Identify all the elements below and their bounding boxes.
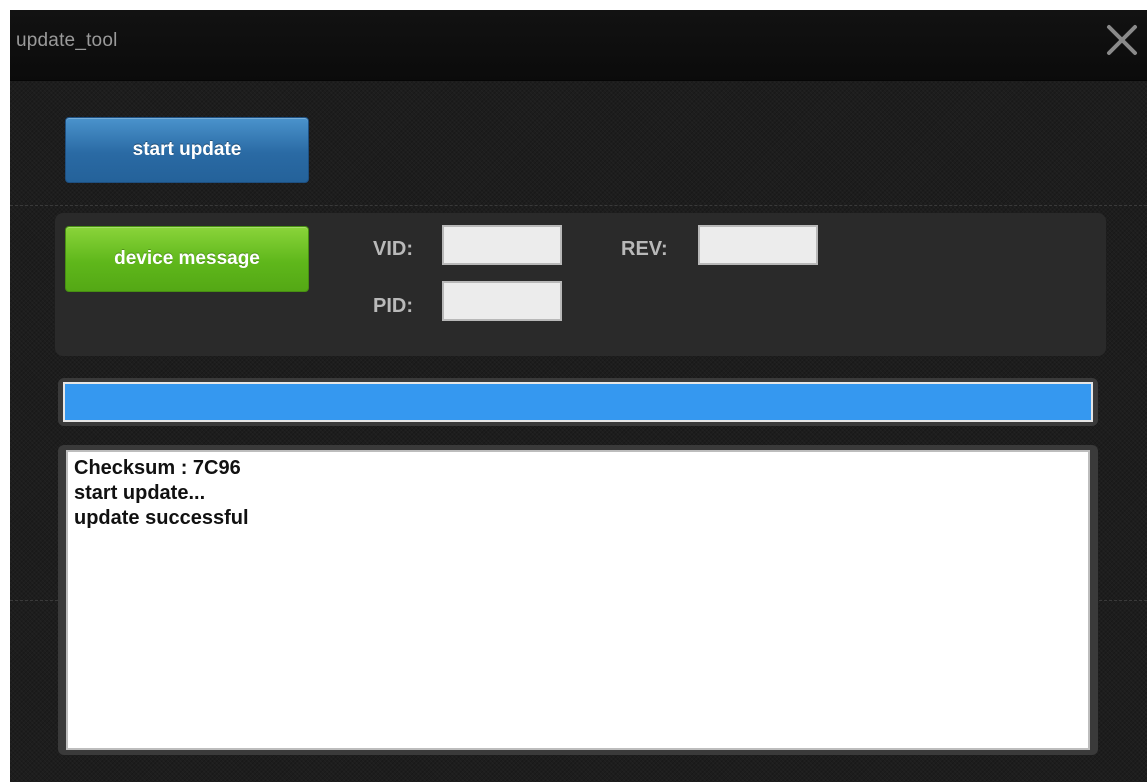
- close-icon: [1107, 25, 1137, 55]
- start-update-button[interactable]: start update: [65, 117, 309, 183]
- progress-track: [63, 382, 1093, 422]
- log-line: update successful: [74, 507, 249, 529]
- progress-fill: [65, 384, 1091, 420]
- pid-label: PID:: [373, 295, 413, 317]
- log-line: start update...: [74, 482, 206, 504]
- rev-field[interactable]: [698, 225, 818, 265]
- close-button[interactable]: [1101, 20, 1143, 62]
- device-message-button[interactable]: device message: [65, 226, 309, 292]
- title-bar: update_tool: [10, 10, 1147, 81]
- vid-label: VID:: [373, 238, 413, 260]
- log-frame: Checksum : 7C96 start update... update s…: [58, 445, 1098, 755]
- rev-label: REV:: [621, 238, 668, 260]
- progress-bar: [58, 378, 1098, 426]
- vid-field[interactable]: [442, 225, 562, 265]
- log-line: Checksum : 7C96: [74, 457, 241, 479]
- divider: [10, 205, 1147, 206]
- pid-field[interactable]: [442, 281, 562, 321]
- window-title: update_tool: [16, 30, 118, 51]
- update-tool-window: update_tool start update device message …: [10, 10, 1147, 782]
- log-output[interactable]: Checksum : 7C96 start update... update s…: [66, 450, 1090, 750]
